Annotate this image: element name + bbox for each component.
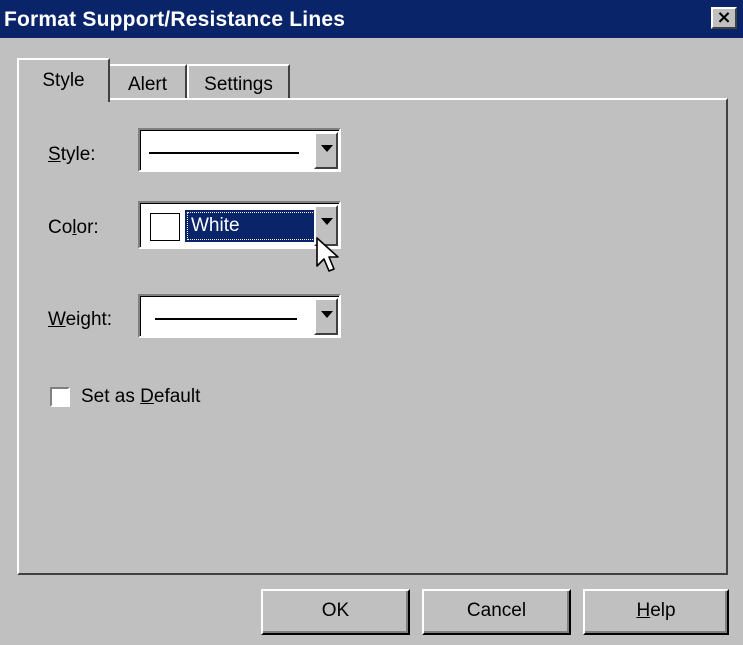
format-dialog: Format Support/Resistance Lines × Style … (0, 0, 743, 645)
tab-alert[interactable]: Alert (108, 64, 187, 100)
tab-alert-label: Alert (127, 74, 168, 95)
window-title: Format Support/Resistance Lines (4, 8, 346, 31)
tab-panel (17, 98, 728, 575)
help-button[interactable]: Help (583, 589, 729, 635)
ok-button-label: OK (321, 600, 350, 621)
help-button-label: elp (650, 600, 676, 621)
ok-button[interactable]: OK (261, 589, 410, 635)
close-icon: × (716, 7, 732, 28)
tab-style-label: Style (42, 70, 85, 91)
tab-join (19, 96, 106, 102)
cancel-button-label: Cancel (466, 600, 527, 621)
close-button[interactable]: × (711, 7, 737, 29)
help-button-mnemonic: H (636, 600, 651, 621)
mouse-pointer-icon (316, 237, 339, 272)
cancel-button[interactable]: Cancel (422, 589, 571, 635)
tab-settings-label: Settings (204, 74, 273, 95)
title-bar[interactable]: Format Support/Resistance Lines × (0, 0, 743, 38)
tab-settings[interactable]: Settings (187, 64, 290, 100)
